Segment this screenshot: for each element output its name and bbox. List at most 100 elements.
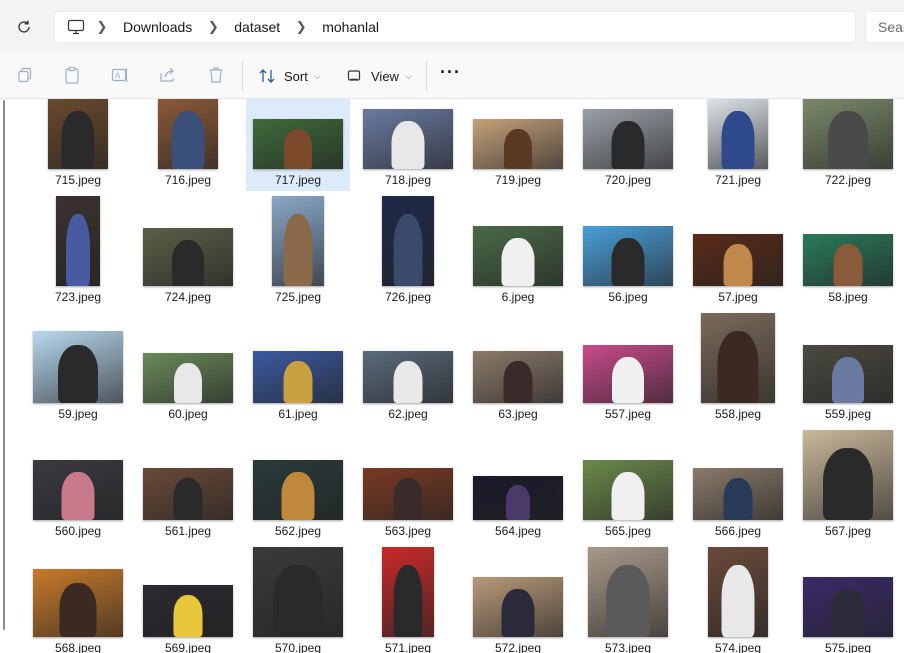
copy-button[interactable] [15,65,35,85]
breadcrumb-dataset[interactable]: dataset [228,19,286,35]
file-item[interactable]: 723.jpeg [26,196,130,308]
file-item[interactable]: 60.jpeg [136,329,240,425]
photo-subject [833,244,863,286]
file-item[interactable]: 573.jpeg [576,547,680,653]
file-name: 565.jpeg [604,524,652,538]
file-thumbnail [143,468,233,520]
file-item[interactable]: 721.jpeg [686,99,790,191]
file-item[interactable]: 561.jpeg [136,446,240,542]
rename-icon: A [111,68,128,82]
file-item[interactable]: 722.jpeg [796,99,900,191]
file-item[interactable]: 574.jpeg [686,547,790,653]
photo-subject [171,111,205,169]
more-options-button[interactable]: ··· [440,62,461,83]
file-item[interactable]: 565.jpeg [576,446,680,542]
file-name: 725.jpeg [274,290,322,304]
file-thumbnail [583,109,673,169]
file-name: 58.jpeg [828,290,868,304]
photo-subject [58,345,98,403]
photo-subject [721,565,755,637]
photo-subject [506,485,530,520]
file-item[interactable]: 726.jpeg [356,196,460,308]
file-item[interactable]: 566.jpeg [686,446,790,542]
file-item[interactable]: 63.jpeg [466,329,570,425]
file-item[interactable]: 725.jpeg [246,196,350,308]
photo-subject [721,111,755,169]
breadcrumb-downloads[interactable]: Downloads [117,19,198,35]
file-item[interactable]: 724.jpeg [136,212,240,308]
file-item[interactable]: 572.jpeg [466,563,570,653]
scrollbar[interactable] [3,100,5,630]
file-item[interactable]: 564.jpeg [466,446,570,542]
file-item[interactable]: 6.jpeg [466,212,570,308]
file-item[interactable]: 570.jpeg [246,547,350,653]
file-item[interactable]: 57.jpeg [686,212,790,308]
file-item[interactable]: 62.jpeg [356,329,460,425]
file-item[interactable]: 718.jpeg [356,99,460,191]
photo-subject [828,111,868,169]
file-thumbnail [701,313,775,403]
file-item[interactable]: 557.jpeg [576,329,680,425]
photo-subject [504,129,532,169]
file-item[interactable]: 719.jpeg [466,99,570,191]
file-thumbnail [363,468,453,520]
file-name: 718.jpeg [384,173,432,187]
file-thumbnail [803,234,893,286]
photo-subject [281,472,315,520]
photo-subject [823,448,873,520]
file-item[interactable]: 575.jpeg [796,563,900,653]
file-thumbnail [253,351,343,403]
rename-button[interactable]: A [110,65,130,85]
file-item[interactable]: 558.jpeg [686,313,790,425]
view-button[interactable]: View ⌵ [347,65,412,87]
share-button[interactable] [158,65,178,85]
file-name: 571.jpeg [384,641,432,653]
file-item[interactable]: 717.jpeg [246,99,350,191]
file-item[interactable]: 716.jpeg [136,99,240,191]
file-thumbnail [33,331,123,403]
paste-button[interactable] [62,65,82,85]
file-item[interactable]: 59.jpeg [26,329,130,425]
file-item[interactable]: 715.jpeg [26,99,130,191]
photo-subject [59,583,97,637]
file-thumbnail [56,196,100,286]
photo-subject [273,565,323,637]
photo-subject [173,595,203,637]
file-item[interactable]: 571.jpeg [356,547,460,653]
photo-subject [611,472,645,520]
file-thumbnail [48,99,108,169]
file-thumbnail [143,585,233,637]
file-thumbnail [143,353,233,403]
delete-button[interactable] [206,65,226,85]
file-item[interactable]: 61.jpeg [246,329,350,425]
file-item[interactable]: 58.jpeg [796,212,900,308]
address-bar[interactable]: ❯ Downloads ❯ dataset ❯ mohanlal [54,11,856,43]
view-icon [347,70,361,81]
file-thumbnail [803,577,893,637]
file-name: 716.jpeg [164,173,212,187]
file-name: 575.jpeg [824,641,872,653]
file-name: 570.jpeg [274,641,322,653]
file-name: 717.jpeg [274,173,322,187]
sort-button[interactable]: Sort ⌵ [258,65,321,87]
file-item[interactable]: 569.jpeg [136,563,240,653]
file-item[interactable]: 720.jpeg [576,99,680,191]
file-item[interactable]: 560.jpeg [26,446,130,542]
file-thumbnail [33,460,123,520]
search-box[interactable]: Sear [865,11,904,43]
file-thumbnail [253,547,343,637]
refresh-button[interactable] [13,16,35,38]
file-item[interactable]: 559.jpeg [796,329,900,425]
breadcrumb-mohanlal[interactable]: mohanlal [316,19,385,35]
file-item[interactable]: 568.jpeg [26,563,130,653]
file-item[interactable]: 56.jpeg [576,212,680,308]
file-name: 561.jpeg [164,524,212,538]
file-name: 57.jpeg [718,290,758,304]
file-item[interactable]: 563.jpeg [356,446,460,542]
file-thumbnail [382,196,434,286]
file-name: 560.jpeg [54,524,102,538]
file-item[interactable]: 567.jpeg [796,430,900,542]
file-item[interactable]: 562.jpeg [246,446,350,542]
photo-subject [283,214,313,286]
file-thumbnail [583,345,673,403]
